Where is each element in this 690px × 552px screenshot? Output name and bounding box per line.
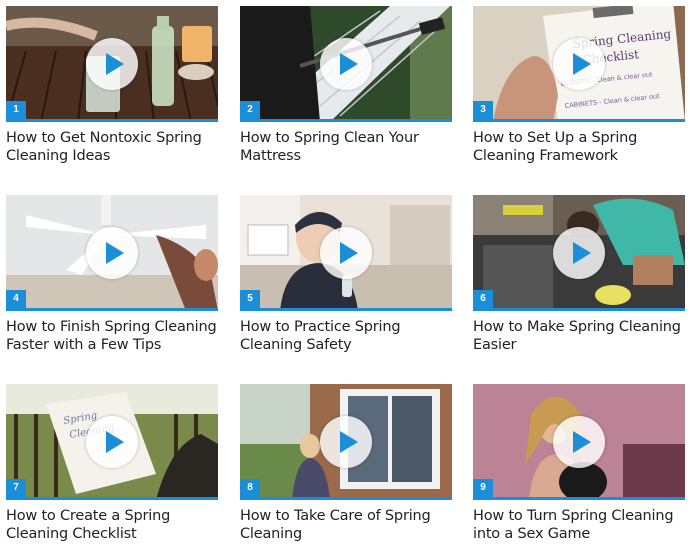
video-number-badge: 2 [240,101,260,119]
video-number-badge: 8 [240,479,260,497]
video-card[interactable]: 2 How to Spring Clean Your Mattress [240,6,452,165]
video-thumbnail[interactable]: 5 [240,195,452,311]
video-title[interactable]: How to Practice Spring Cleaning Safety [240,318,452,354]
video-thumbnail[interactable]: 6 [473,195,685,311]
video-thumbnail[interactable]: 2 [240,6,452,122]
video-card[interactable]: Spring Cleaning 7 How to Create a Spring… [6,384,218,543]
play-icon[interactable] [553,227,605,279]
video-title[interactable]: How to Finish Spring Cleaning Faster wit… [6,318,218,354]
video-title[interactable]: How to Take Care of Spring Cleaning [240,507,452,543]
video-thumbnail[interactable]: 9 [473,384,685,500]
video-title[interactable]: How to Set Up a Spring Cleaning Framewor… [473,129,685,165]
play-icon[interactable] [553,416,605,468]
video-card[interactable]: 1 How to Get Nontoxic Spring Cleaning Id… [6,6,218,165]
play-icon[interactable] [86,38,138,90]
video-title[interactable]: How to Turn Spring Cleaning into a Sex G… [473,507,685,543]
play-icon[interactable] [86,416,138,468]
video-number-badge: 3 [473,101,493,119]
video-number-badge: 7 [6,479,26,497]
video-card[interactable]: 6 How to Make Spring Cleaning Easier [473,195,685,354]
video-number-badge: 5 [240,290,260,308]
video-card[interactable]: 5 How to Practice Spring Cleaning Safety [240,195,452,354]
video-grid: 1 How to Get Nontoxic Spring Cleaning Id… [0,0,690,552]
play-icon[interactable] [320,416,372,468]
video-title[interactable]: How to Make Spring Cleaning Easier [473,318,685,354]
video-thumbnail[interactable]: 8 [240,384,452,500]
video-number-badge: 1 [6,101,26,119]
video-card[interactable]: 4 How to Finish Spring Cleaning Faster w… [6,195,218,354]
video-card[interactable]: 8 How to Take Care of Spring Cleaning [240,384,452,543]
play-icon[interactable] [320,227,372,279]
video-card[interactable]: Spring Cleaning Checklist CLOSETS - Clea… [473,6,685,165]
video-title[interactable]: How to Spring Clean Your Mattress [240,129,452,165]
video-number-badge: 6 [473,290,493,308]
video-title[interactable]: How to Get Nontoxic Spring Cleaning Idea… [6,129,218,165]
video-card[interactable]: 9 How to Turn Spring Cleaning into a Sex… [473,384,685,543]
video-title[interactable]: How to Create a Spring Cleaning Checklis… [6,507,218,543]
play-icon[interactable] [553,38,605,90]
video-number-badge: 9 [473,479,493,497]
video-thumbnail[interactable]: 4 [6,195,218,311]
video-thumbnail[interactable]: 1 [6,6,218,122]
play-icon[interactable] [86,227,138,279]
video-thumbnail[interactable]: Spring Cleaning Checklist CLOSETS - Clea… [473,6,685,122]
video-number-badge: 4 [6,290,26,308]
play-icon[interactable] [320,38,372,90]
video-thumbnail[interactable]: Spring Cleaning 7 [6,384,218,500]
